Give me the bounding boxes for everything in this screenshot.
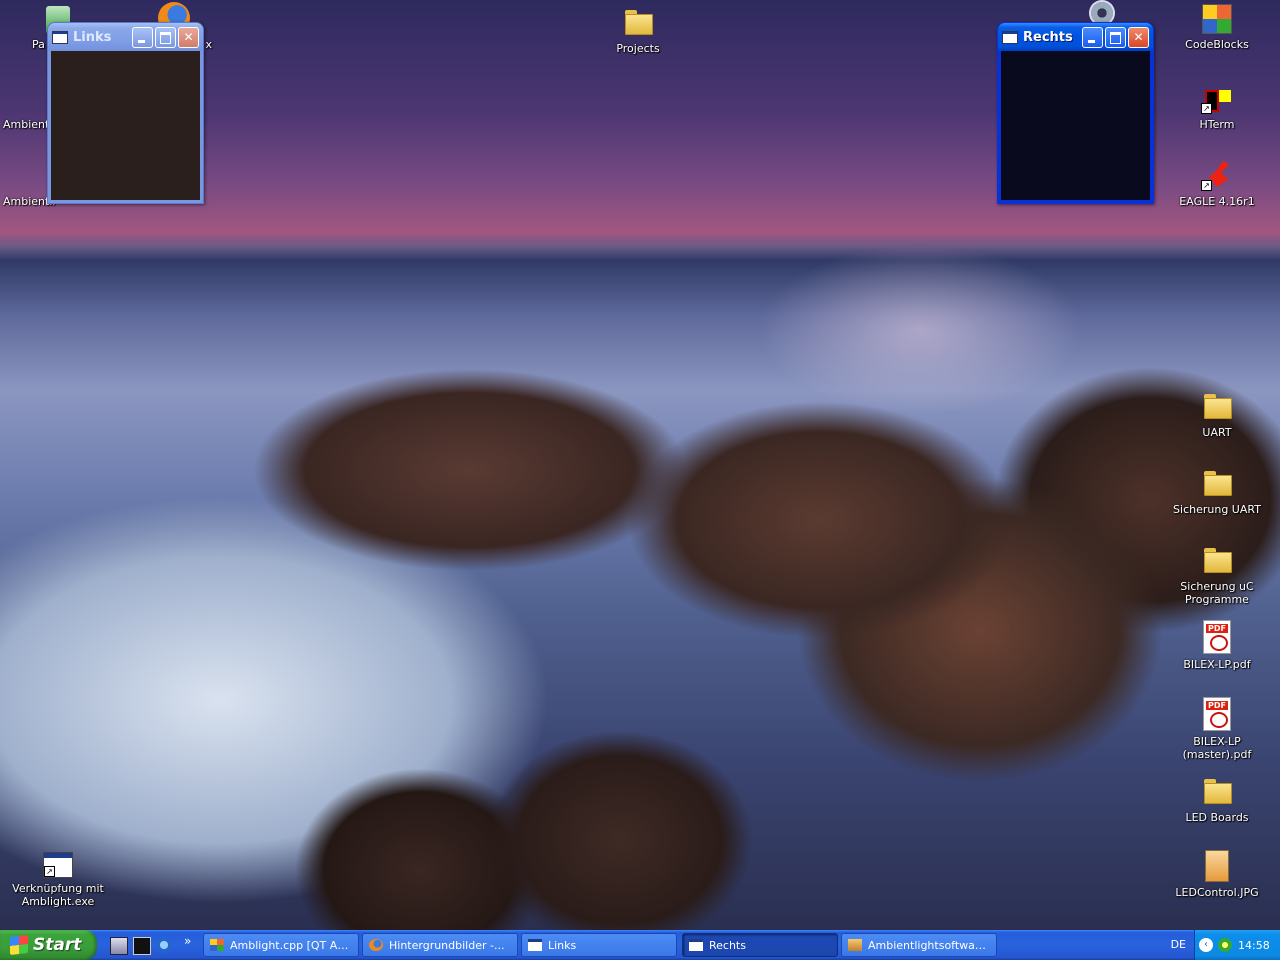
taskbar-item-rechts[interactable]: Rechts: [682, 933, 838, 957]
desktop-icon-eagle[interactable]: ↗ EAGLE 4.16r1: [1159, 159, 1275, 208]
window-app-icon: [528, 939, 542, 951]
desktop-icon-sicherung-uc[interactable]: Sicherung uC Programme: [1169, 544, 1265, 606]
shortcut-arrow-icon: ↗: [1201, 103, 1212, 114]
desktop-icon-bilex-lp-master[interactable]: PDF BILEX-LP (master).pdf: [1159, 697, 1275, 761]
hterm-icon: ↗: [1201, 82, 1233, 114]
minimize-button[interactable]: [1082, 26, 1103, 48]
start-label: Start: [33, 935, 82, 955]
exe-icon: ↗: [43, 852, 73, 878]
minimize-icon: [133, 28, 152, 47]
minimize-icon: [1083, 28, 1102, 47]
shortcut-arrow-icon: ↗: [44, 866, 55, 877]
clock[interactable]: 14:58: [1238, 939, 1270, 952]
desktop-icon-label: CodeBlocks: [1185, 38, 1249, 51]
taskbar: Start » Amblight.cpp [QT Ap... Hintergru…: [0, 930, 1280, 960]
folder-icon: [1201, 775, 1233, 807]
taskbar-item-label: Rechts: [709, 938, 746, 952]
desktop-icon-hterm[interactable]: ↗ HTerm: [1159, 82, 1275, 131]
folder-icon: [622, 6, 654, 38]
desktop-icon-sicherung-uart[interactable]: Sicherung UART: [1159, 467, 1275, 516]
close-button[interactable]: ✕: [1128, 26, 1149, 48]
window-title: Rechts: [1023, 29, 1073, 45]
quicklaunch-chevron[interactable]: »: [184, 934, 191, 948]
pdf-badge: PDF: [1206, 624, 1228, 633]
desktop-icon-label: Sicherung uC Programme: [1180, 580, 1254, 606]
folder-icon: [1201, 390, 1233, 422]
desktop-icon-label: Verknüpfung mit Amblight.exe: [12, 882, 104, 908]
tray-expand-button[interactable]: ‹: [1199, 938, 1213, 952]
window-app-icon: [689, 939, 703, 951]
taskbar-item-label: Hintergrundbilder -...: [389, 938, 505, 952]
quicklaunch-console-icon[interactable]: [133, 937, 151, 955]
window-app-icon: [52, 30, 68, 44]
window-rechts[interactable]: Rechts ✕: [997, 22, 1154, 204]
window-title: Links: [73, 29, 112, 45]
eagle-icon: ↗: [1201, 159, 1233, 191]
pdf-icon: PDF: [1203, 697, 1231, 731]
desktop-icon-uart[interactable]: UART: [1159, 390, 1275, 439]
taskbar-item-amblight-cpp[interactable]: Amblight.cpp [QT Ap...: [203, 933, 359, 957]
desktop-icon-label: HTerm: [1199, 118, 1235, 131]
desktop-icon-label: BILEX-LP (master).pdf: [1182, 735, 1252, 761]
start-button[interactable]: Start: [0, 930, 97, 960]
qt-app-icon: [210, 939, 224, 951]
desktop-icon-label: EAGLE 4.16r1: [1179, 195, 1255, 208]
app-icon: [848, 939, 862, 951]
desktop-icon-amblight-shortcut[interactable]: ↗ Verknüpfung mit Amblight.exe: [0, 852, 116, 908]
taskbar-item-links[interactable]: Links: [521, 933, 677, 957]
tray-app-icon[interactable]: [1218, 938, 1232, 952]
desktop-icon-label: UART: [1202, 426, 1232, 439]
desktop-icon-label: LED Boards: [1185, 811, 1249, 824]
minimize-button[interactable]: [132, 26, 153, 48]
close-button[interactable]: ✕: [178, 26, 199, 48]
taskbar-item-label: Amblight.cpp [QT Ap...: [230, 938, 352, 952]
maximize-button[interactable]: [1105, 26, 1126, 48]
taskbar-item-label: Ambientlightsoftware...: [868, 938, 990, 952]
folder-icon: [1201, 544, 1233, 576]
quicklaunch-desktop-icon[interactable]: [110, 937, 128, 955]
window-body: [1001, 51, 1150, 200]
folder-icon: [1201, 467, 1233, 499]
desktop-icon-label: Projects: [616, 42, 660, 55]
taskbar-item-hintergrundbilder[interactable]: Hintergrundbilder -...: [362, 933, 518, 957]
maximize-icon: [156, 28, 175, 47]
windows-logo-icon: [10, 935, 28, 955]
taskbar-item-label: Links: [548, 938, 577, 952]
quicklaunch-ie-icon[interactable]: [156, 937, 172, 953]
window-app-icon: [1002, 30, 1018, 44]
close-icon: ✕: [183, 29, 194, 44]
titlebar[interactable]: Rechts ✕: [998, 23, 1153, 51]
image-file-icon: [1205, 850, 1229, 882]
language-indicator[interactable]: DE: [1171, 938, 1186, 951]
desktop[interactable]: Pa x Ambientli Ambientli Projects CodeBl…: [0, 0, 1280, 930]
maximize-button[interactable]: [155, 26, 176, 48]
shortcut-arrow-icon: ↗: [1201, 180, 1212, 191]
desktop-icon-bilex-lp[interactable]: PDF BILEX-LP.pdf: [1159, 620, 1275, 671]
desktop-icon-label: BILEX-LP.pdf: [1183, 658, 1251, 671]
desktop-icon-label: LEDControl.JPG: [1175, 886, 1259, 899]
desktop-icon-ledcontrol[interactable]: LEDControl.JPG: [1159, 850, 1275, 899]
desktop-icon-codeblocks[interactable]: CodeBlocks: [1159, 4, 1275, 51]
pdf-icon: PDF: [1203, 620, 1231, 654]
firefox-icon: [369, 939, 383, 951]
titlebar[interactable]: Links ✕: [48, 23, 203, 51]
desktop-icon-projects[interactable]: Projects: [580, 6, 696, 55]
maximize-icon: [1106, 28, 1125, 47]
system-tray: ‹ 14:58: [1194, 930, 1280, 960]
window-body: [51, 51, 200, 200]
close-icon: ✕: [1133, 29, 1144, 44]
window-links[interactable]: Links ✕: [47, 22, 204, 204]
pdf-badge: PDF: [1206, 701, 1228, 710]
codeblocks-icon: [1202, 4, 1232, 34]
desktop-icon-label: Sicherung UART: [1173, 503, 1261, 516]
desktop-icon-led-boards[interactable]: LED Boards: [1159, 775, 1275, 824]
taskbar-item-ambientlightsoftware[interactable]: Ambientlightsoftware...: [841, 933, 997, 957]
